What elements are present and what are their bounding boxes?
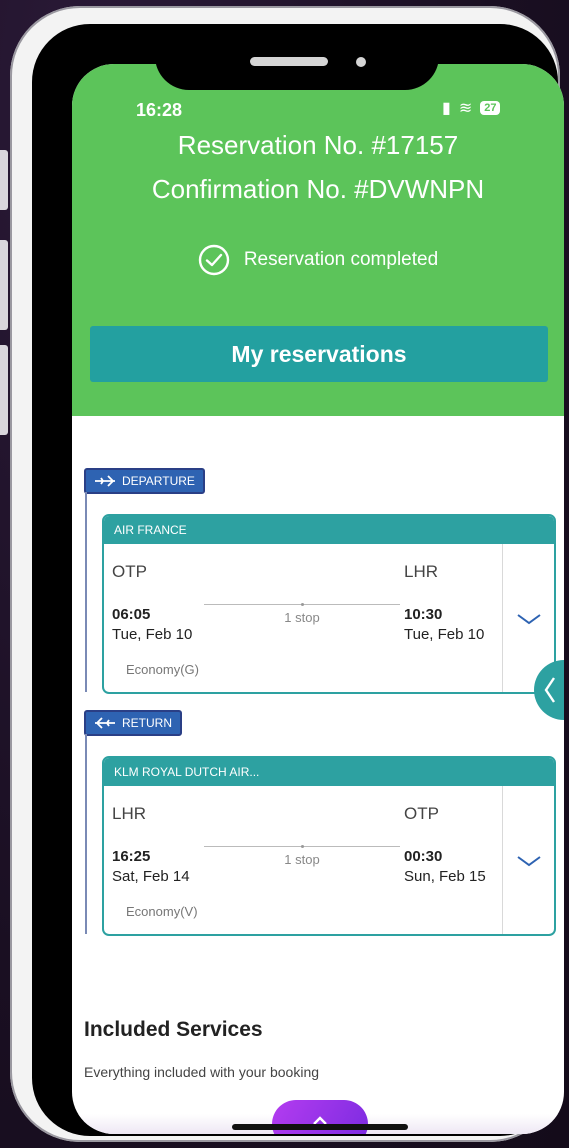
reservation-status: Reservation completed [72, 244, 564, 276]
plane-return-icon [95, 717, 115, 729]
return-destination: OTP [404, 804, 439, 823]
departure-stops: 1 stop [284, 610, 320, 625]
return-timeline [85, 734, 87, 934]
return-arr-date: Sun, Feb 15 [404, 868, 486, 885]
departure-tag-label: DEPARTURE [122, 474, 195, 488]
return-stop-dot [301, 845, 304, 848]
return-dep-time: 16:25 [112, 848, 151, 865]
departure-divider [502, 544, 503, 692]
my-reservations-button[interactable]: My reservations [90, 326, 548, 382]
included-services-title: Included Services [84, 1018, 263, 1041]
return-dep-date: Sat, Feb 14 [112, 868, 190, 885]
status-text: Reservation completed [243, 249, 439, 270]
departure-origin: OTP [112, 562, 147, 581]
departure-airline: AIR FRANCE [104, 516, 554, 544]
phone-volume-down [0, 345, 8, 435]
chevron-left-icon [544, 677, 555, 703]
confirmation-header: 16:28 ▮ ≋ 27 Reservation No. #17157 Conf… [72, 64, 564, 416]
departure-flight-card[interactable]: AIR FRANCE OTP LHR 06:05 Tue, Feb 10 1 s… [102, 514, 556, 694]
return-cabin: Economy(V) [126, 904, 198, 919]
departure-dep-time: 06:05 [112, 606, 151, 623]
notch-speaker [250, 57, 328, 66]
chevron-down-icon[interactable] [516, 612, 542, 626]
return-arr-time: 00:30 [404, 848, 443, 865]
return-tag: RETURN [84, 710, 182, 736]
included-services-subtitle: Everything included with your booking [84, 1064, 320, 1080]
departure-arr-time: 10:30 [404, 606, 443, 623]
departure-arr-date: Tue, Feb 10 [404, 626, 485, 643]
return-stops: 1 stop [284, 852, 320, 867]
check-circle-icon [198, 244, 230, 276]
chevron-down-icon[interactable] [516, 854, 542, 868]
departure-destination: LHR [404, 562, 439, 581]
home-indicator[interactable] [232, 1124, 408, 1130]
return-origin: LHR [112, 804, 147, 823]
side-panel-toggle[interactable] [534, 660, 564, 720]
wifi-icon: ≋ [458, 100, 473, 117]
departure-tag: DEPARTURE [84, 468, 205, 494]
notch-camera [356, 57, 366, 67]
departure-stop-dot [301, 603, 304, 606]
confirmation-number: Confirmation No. #DVWNPN [151, 174, 485, 204]
phone-side-button [0, 150, 8, 210]
status-time: 16:28 [136, 100, 183, 120]
return-flight-card[interactable]: KLM ROYAL DUTCH AIR... LHR OTP 16:25 Sat… [102, 756, 556, 936]
plane-departure-icon [95, 475, 115, 487]
phone-bezel: 16:28 ▮ ≋ 27 Reservation No. #17157 Conf… [32, 24, 564, 1136]
departure-timeline [85, 492, 87, 692]
return-divider [502, 786, 503, 934]
battery-icon: 27 [480, 101, 501, 115]
signal-icon: ▮ [442, 100, 451, 117]
departure-dep-date: Tue, Feb 10 [112, 626, 193, 643]
status-icons: ▮ ≋ 27 [442, 98, 501, 118]
return-tag-label: RETURN [122, 716, 172, 730]
app-screen: 16:28 ▮ ≋ 27 Reservation No. #17157 Conf… [72, 64, 564, 1134]
departure-cabin: Economy(G) [126, 662, 199, 677]
phone-frame: 16:28 ▮ ≋ 27 Reservation No. #17157 Conf… [10, 6, 564, 1142]
reservation-number: Reservation No. #17157 [177, 130, 459, 160]
phone-volume-up [0, 240, 8, 330]
return-airline: KLM ROYAL DUTCH AIR... [104, 758, 554, 786]
